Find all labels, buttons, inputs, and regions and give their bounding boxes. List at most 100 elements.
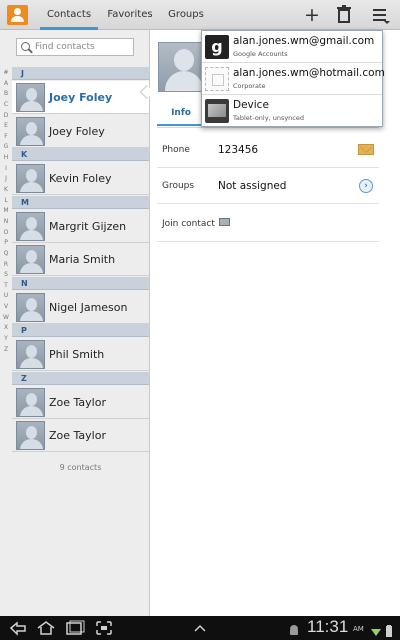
join-contact-icon[interactable] xyxy=(219,218,230,226)
phone-label: Phone xyxy=(162,145,190,155)
contact-row[interactable]: Maria Smith xyxy=(12,243,149,276)
home-icon[interactable] xyxy=(35,618,57,638)
index-letter[interactable]: T xyxy=(0,281,12,292)
account-name: Device xyxy=(233,99,269,111)
section-header: P xyxy=(12,324,149,337)
phone-row[interactable]: Phone 123456 xyxy=(157,132,379,168)
contact-avatar xyxy=(16,116,45,146)
index-letter[interactable]: B xyxy=(0,89,12,100)
index-letter[interactable]: V xyxy=(0,302,12,313)
index-letter[interactable]: I xyxy=(0,164,12,175)
index-letter[interactable]: F xyxy=(0,132,12,143)
screenshot-icon[interactable] xyxy=(93,618,115,638)
index-letter[interactable]: S xyxy=(0,270,12,281)
index-letter[interactable]: P xyxy=(0,238,12,249)
join-contact-label: Join contact xyxy=(162,219,215,229)
index-letter[interactable]: Z xyxy=(0,345,12,356)
index-letter[interactable]: D xyxy=(0,111,12,122)
contact-name: Zoe Taylor xyxy=(49,395,106,409)
contact-row[interactable]: Joey Foley xyxy=(12,81,149,114)
index-letter[interactable]: L xyxy=(0,196,12,207)
overflow-menu-icon[interactable] xyxy=(369,3,393,27)
account-name: alan.jones.wm@hotmail.com xyxy=(233,67,385,79)
tab-favorites[interactable]: Favorites xyxy=(104,0,156,30)
index-letter[interactable]: N xyxy=(0,217,12,228)
account-type: Google Accounts xyxy=(233,50,288,58)
index-letter[interactable]: # xyxy=(0,68,12,79)
account-item-google[interactable]: g alan.jones.wm@gmail.com Google Account… xyxy=(202,31,382,63)
search-input[interactable]: Find contacts xyxy=(16,38,134,56)
account-item-corporate[interactable]: alan.jones.wm@hotmail.com Corporate xyxy=(202,63,385,95)
account-name: alan.jones.wm@gmail.com xyxy=(233,35,375,47)
contact-avatar xyxy=(16,164,45,193)
contact-avatar xyxy=(16,421,45,450)
contacts-app-icon[interactable] xyxy=(7,5,28,25)
tab-contacts[interactable]: Contacts xyxy=(40,0,98,30)
tab-info[interactable]: Info xyxy=(157,100,205,126)
join-contact-row[interactable]: Join contact xyxy=(157,206,379,242)
phone-value: 123456 xyxy=(218,144,259,156)
groups-row[interactable]: Groups Not assigned › xyxy=(157,168,379,204)
contact-name: Kevin Foley xyxy=(49,172,112,185)
account-type: Tablet-only, unsynced xyxy=(233,114,304,122)
contact-name: Nigel Jameson xyxy=(49,300,128,314)
clock-time: 11:31 xyxy=(307,617,349,636)
contact-name: Zoe Taylor xyxy=(49,429,106,442)
contact-row[interactable]: Joey Foley xyxy=(12,115,149,148)
contacts-list-panel: Find contacts # A B C D E F G H I J K L M N O P Q R S T U V W X Y… xyxy=(0,30,150,616)
section-header: Z xyxy=(12,371,149,385)
index-letter[interactable]: W xyxy=(0,313,12,324)
section-header: J xyxy=(12,67,149,80)
index-letter[interactable]: C xyxy=(0,100,12,111)
index-letter[interactable]: Y xyxy=(0,334,12,345)
device-icon xyxy=(205,99,229,123)
index-letter[interactable]: E xyxy=(0,121,12,132)
index-letter[interactable]: X xyxy=(0,323,12,334)
action-bar: Contacts Favorites Groups + xyxy=(0,0,400,30)
contact-name: Margrit Gijzen xyxy=(49,219,127,233)
chevron-right-icon[interactable]: › xyxy=(359,179,373,193)
contact-row[interactable]: Zoe Taylor xyxy=(12,386,149,419)
contact-name: Joey Foley xyxy=(49,91,113,104)
contact-row[interactable]: Kevin Foley xyxy=(12,162,149,195)
contact-avatar xyxy=(16,211,45,241)
chevron-up-icon[interactable] xyxy=(189,618,211,638)
index-letter[interactable]: M xyxy=(0,206,12,217)
contact-row[interactable]: Phil Smith xyxy=(12,338,149,371)
contact-avatar xyxy=(16,340,45,369)
trash-icon[interactable] xyxy=(332,3,356,27)
battery-icon xyxy=(384,622,394,637)
message-icon[interactable] xyxy=(358,144,374,155)
system-bar: 11:31 AM xyxy=(0,616,400,640)
contact-row[interactable]: Margrit Gijzen xyxy=(12,210,149,243)
contact-name: Phil Smith xyxy=(49,348,105,361)
groups-label: Groups xyxy=(162,181,195,191)
section-header: N xyxy=(12,276,149,290)
account-type: Corporate xyxy=(233,82,266,90)
clock-ampm: AM xyxy=(353,625,364,633)
index-letter[interactable]: A xyxy=(0,79,12,90)
index-letter[interactable]: U xyxy=(0,291,12,302)
index-letter[interactable]: J xyxy=(0,174,12,185)
corporate-icon xyxy=(205,67,229,91)
wifi-icon xyxy=(371,622,381,636)
index-letter[interactable]: K xyxy=(0,185,12,196)
contact-row[interactable]: Zoe Taylor xyxy=(12,419,149,452)
contact-row[interactable]: Nigel Jameson xyxy=(12,291,149,324)
plus-icon[interactable]: + xyxy=(300,3,324,27)
recent-apps-icon[interactable] xyxy=(63,618,85,638)
divider xyxy=(157,127,379,128)
index-letter[interactable]: H xyxy=(0,153,12,164)
contact-avatar xyxy=(16,245,45,274)
index-letter[interactable]: R xyxy=(0,260,12,271)
contact-name: Joey Foley xyxy=(49,124,105,138)
tab-groups[interactable]: Groups xyxy=(164,0,208,30)
groups-value: Not assigned xyxy=(218,180,287,192)
index-letter[interactable]: G xyxy=(0,142,12,153)
contact-name: Maria Smith xyxy=(49,253,116,266)
back-icon[interactable] xyxy=(8,618,30,638)
account-item-device[interactable]: Device Tablet-only, unsynced xyxy=(202,95,382,127)
index-letter[interactable]: O xyxy=(0,228,12,239)
index-letter[interactable]: Q xyxy=(0,249,12,260)
alphabet-index[interactable]: # A B C D E F G H I J K L M N O P Q R S T U V W X Y Z xyxy=(0,68,12,355)
